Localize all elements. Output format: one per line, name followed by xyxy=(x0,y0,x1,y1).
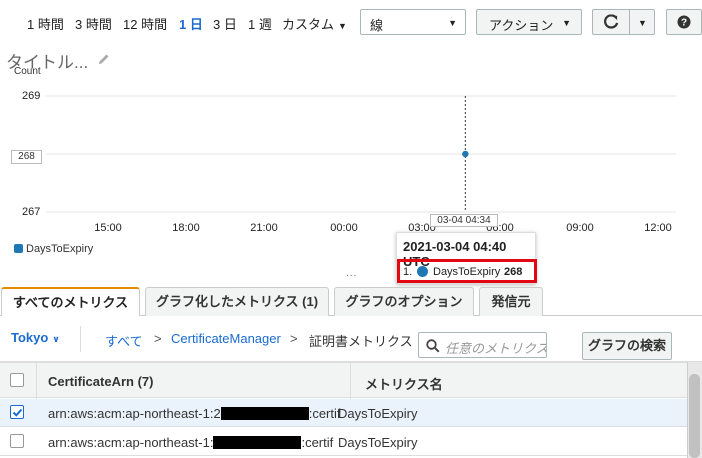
metrics-tabs: すべてのメトリクス グラフ化したメトリクス (1) グラフのオプション 発信元 xyxy=(0,287,702,317)
x-tick-label: 21:00 xyxy=(250,222,278,234)
refresh-icon xyxy=(603,14,619,29)
x-tick-label: 00:00 xyxy=(330,222,358,234)
cell-metric-name: DaysToExpiry xyxy=(338,406,418,421)
range-12h[interactable]: 12 時間 xyxy=(123,14,167,33)
tab-graph-options[interactable]: グラフのオプション xyxy=(334,287,474,316)
range-custom[interactable]: カスタム ▼ xyxy=(282,14,347,33)
search-placeholder: 任意のメトリクス xyxy=(445,341,547,356)
row-checkbox[interactable] xyxy=(10,434,24,448)
actions-button[interactable]: アクション ▼ xyxy=(476,9,582,35)
chevron-down-icon: ∨ xyxy=(52,334,60,344)
column-divider xyxy=(350,363,351,399)
y-tick-label: 267 xyxy=(22,206,41,218)
column-divider xyxy=(36,363,37,399)
metrics-table: CertificateArn (7) メトリクス名 arn:aws:acm:ap… xyxy=(0,362,687,458)
check-icon xyxy=(12,408,23,417)
svg-text:?: ? xyxy=(681,18,687,29)
graph-type-select[interactable]: 線 ▼ xyxy=(360,9,466,35)
tooltip-metric: DaysToExpiry xyxy=(433,266,501,278)
legend-label: DaysToExpiry xyxy=(26,243,94,255)
redacted-block xyxy=(220,407,309,420)
y-tick-label: 269 xyxy=(22,90,41,102)
chart-plot xyxy=(46,95,676,213)
arn-prefix: arn:aws:acm:ap-northeast-1: xyxy=(48,435,214,450)
arn-prefix: arn:aws:acm:ap-northeast-1:2 xyxy=(48,406,221,421)
divider xyxy=(80,326,81,352)
caret-down-icon: ▼ xyxy=(562,18,571,28)
chart-tooltip: 2021-03-04 04:40 UTC 1. DaysToExpiry 268 xyxy=(396,232,537,284)
chart-legend[interactable]: DaysToExpiry xyxy=(14,243,93,255)
range-1h[interactable]: 1 時間 xyxy=(27,14,64,33)
legend-swatch xyxy=(14,244,23,253)
range-1w[interactable]: 1 週 xyxy=(248,14,272,33)
redacted-block xyxy=(213,436,302,449)
y-hover-value: 268 xyxy=(11,150,42,164)
caret-down-icon: ▼ xyxy=(448,18,457,28)
table-header: CertificateArn (7) メトリクス名 xyxy=(0,362,687,399)
x-tick-label: 15:00 xyxy=(94,222,122,234)
range-1d[interactable]: 1 日 xyxy=(179,14,203,33)
breadcrumb-separator: > xyxy=(290,331,298,346)
browse-bar: Tokyo ∨ すべて > CertificateManager > 証明書メトリ… xyxy=(0,316,702,362)
row-checkbox[interactable] xyxy=(10,405,24,419)
range-custom-label: カスタム xyxy=(282,17,335,32)
actions-label: アクション xyxy=(489,18,554,33)
breadcrumb-namespace[interactable]: CertificateManager xyxy=(171,331,281,346)
tab-all-metrics[interactable]: すべてのメトリクス xyxy=(1,287,140,317)
tab-graphed-metrics[interactable]: グラフ化したメトリクス (1) xyxy=(145,287,329,316)
x-tick-label: 18:00 xyxy=(172,222,200,234)
tooltip-highlight-row: 1. DaysToExpiry 268 xyxy=(397,259,537,283)
region-selector[interactable]: Tokyo ∨ xyxy=(11,330,60,345)
select-all-checkbox[interactable] xyxy=(10,373,24,387)
tooltip-value: 268 xyxy=(504,266,523,278)
search-icon xyxy=(426,339,440,353)
graph-type-value: 線 xyxy=(370,18,384,33)
arn-suffix: :certif xyxy=(301,435,334,450)
pencil-icon[interactable] xyxy=(98,53,110,65)
cell-certificate-arn: arn:aws:acm:ap-northeast-1:2 :certif xyxy=(48,406,341,421)
cell-certificate-arn: arn:aws:acm:ap-northeast-1: :certif xyxy=(48,435,333,450)
range-3h[interactable]: 3 時間 xyxy=(75,14,112,33)
toolbar: 1 時間 3 時間 12 時間 1 日 3 日 1 週 カスタム ▼ 線 ▼ アク… xyxy=(0,0,702,44)
data-point xyxy=(462,150,469,158)
arn-suffix: :certif xyxy=(308,406,341,421)
x-tick-label: 09:00 xyxy=(566,222,594,234)
cell-metric-name: DaysToExpiry xyxy=(338,435,418,450)
x-hover-value: 03-04 04:34 xyxy=(430,214,498,227)
tab-source[interactable]: 発信元 xyxy=(479,287,543,316)
refresh-options-button[interactable]: ▼ xyxy=(629,9,655,35)
caret-down-icon: ▼ xyxy=(338,21,347,31)
question-icon: ? xyxy=(677,15,691,29)
table-scrollbar-thumb[interactable] xyxy=(689,374,700,458)
graph-search-button[interactable]: グラフの検索 xyxy=(582,332,672,360)
y-axis-label: Count xyxy=(14,66,41,77)
caret-down-icon: ▼ xyxy=(638,18,647,28)
tooltip-index: 1. xyxy=(403,266,413,278)
series-dot-icon xyxy=(417,266,428,277)
breadcrumb-current: 証明書メトリクス xyxy=(309,334,413,349)
table-row[interactable]: arn:aws:acm:ap-northeast-1:2 :certif Days… xyxy=(0,399,687,427)
metric-search-input[interactable]: 任意のメトリクス xyxy=(418,332,547,358)
breadcrumb-all[interactable]: すべて xyxy=(105,331,143,350)
refresh-button[interactable] xyxy=(592,9,630,35)
table-row[interactable]: arn:aws:acm:ap-northeast-1: :certif DaysT… xyxy=(0,428,687,456)
header-certificate-arn[interactable]: CertificateArn (7) xyxy=(48,374,153,389)
region-label: Tokyo xyxy=(11,330,49,345)
range-3d[interactable]: 3 日 xyxy=(213,14,237,33)
header-metric-name[interactable]: メトリクス名 xyxy=(365,374,443,393)
graph-resize-handle[interactable]: ... xyxy=(346,268,357,279)
breadcrumb-separator: > xyxy=(154,331,162,346)
help-button[interactable]: ? xyxy=(666,9,702,35)
x-tick-label: 12:00 xyxy=(644,222,672,234)
